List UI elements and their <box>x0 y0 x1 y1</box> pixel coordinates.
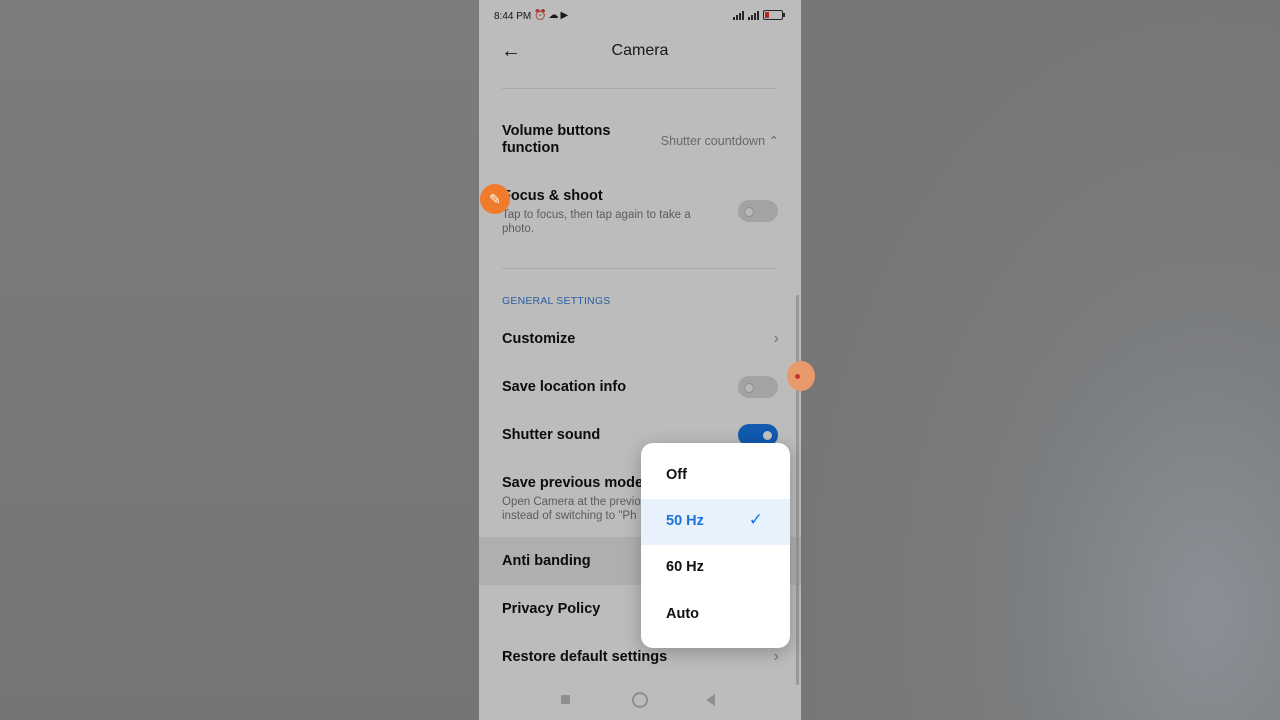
floating-draw-bubble[interactable]: ✎ <box>480 184 510 214</box>
option-60hz-label: 60 Hz <box>666 559 704 575</box>
option-off[interactable]: Off <box>641 453 790 499</box>
brush-icon: ✎ <box>489 190 501 207</box>
option-50hz-label: 50 Hz <box>666 513 704 529</box>
left-blur-background <box>0 0 479 720</box>
option-auto-label: Auto <box>666 606 700 622</box>
anti-banding-popup: Off 50 Hz ✓ 60 Hz Auto <box>641 443 790 648</box>
right-blur-background <box>801 0 1280 720</box>
option-auto[interactable]: Auto <box>641 592 790 638</box>
checkmark-icon: ✓ <box>748 510 763 529</box>
option-60hz[interactable]: 60 Hz <box>641 545 790 591</box>
option-50hz[interactable]: 50 Hz ✓ <box>641 499 790 545</box>
floating-record-bubble[interactable] <box>787 361 815 391</box>
option-off-label: Off <box>666 467 687 483</box>
